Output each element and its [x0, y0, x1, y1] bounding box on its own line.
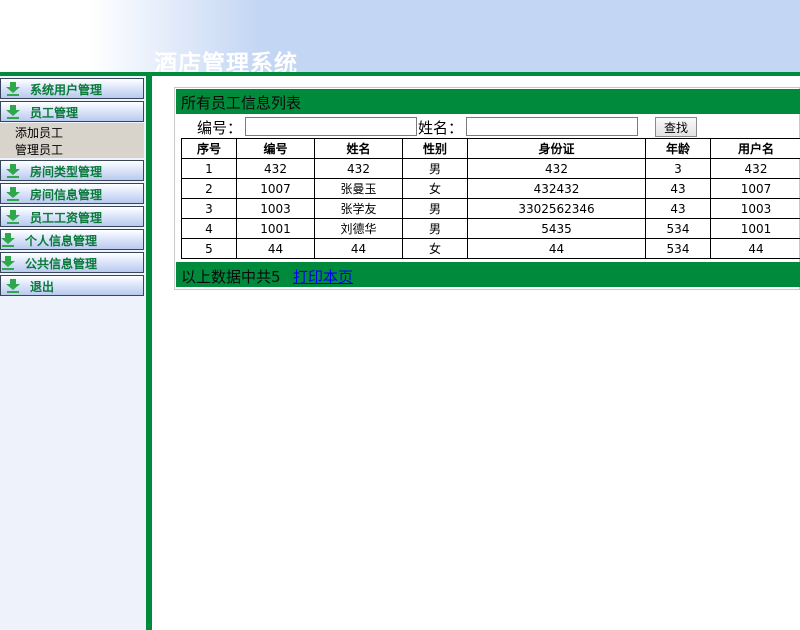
table-cell: 1001 — [710, 218, 800, 239]
id-search-input[interactable] — [245, 117, 417, 136]
print-page-link[interactable]: 打印本页 — [293, 266, 353, 287]
down-arrow-icon — [6, 105, 20, 119]
sidebar-item-room-info[interactable]: 房间信息管理 — [0, 183, 144, 204]
panel-title: 所有员工信息列表 — [181, 94, 302, 112]
table-cell: 3 — [645, 158, 711, 179]
sidebar-item-employees[interactable]: 员工管理 — [0, 101, 144, 122]
down-arrow-icon — [6, 187, 20, 201]
table-cell: 刘德华 — [314, 218, 403, 239]
table-cell: 1001 — [236, 218, 315, 239]
table-cell: 男 — [402, 218, 468, 239]
column-header: 性别 — [402, 138, 468, 159]
table-cell: 1 — [181, 158, 237, 179]
sidebar-item-personal-info[interactable]: 个人信息管理 — [0, 229, 144, 250]
table-cell: 43 — [645, 198, 711, 219]
table-row[interactable]: 4 1001 刘德华 男 5435 534 1001 — [181, 218, 800, 239]
record-count-text: 以上数据中共5 — [181, 268, 281, 286]
column-header: 用户名 — [710, 138, 800, 159]
sidebar-item-salary[interactable]: 员工工资管理 — [0, 206, 144, 227]
table-cell: 4 — [181, 218, 237, 239]
app-title: 酒店管理系统 — [154, 51, 298, 72]
submenu-manage-employees[interactable]: 管理员工 — [15, 141, 63, 158]
table-cell: 432 — [710, 158, 800, 179]
down-arrow-icon — [6, 210, 20, 224]
table-cell: 432 — [236, 158, 315, 179]
sidebar-item-public-info[interactable]: 公共信息管理 — [0, 252, 144, 273]
down-arrow-icon — [1, 233, 15, 247]
table-header-row: 序号 编号 姓名 性别 身份证 年龄 用户名 — [181, 138, 800, 159]
down-arrow-icon — [6, 82, 20, 96]
table-cell: 44 — [710, 238, 800, 259]
sidebar-item-label: 房间类型管理 — [30, 165, 103, 179]
table-cell: 女 — [402, 238, 468, 259]
table-cell: 43 — [645, 178, 711, 199]
panel-footer: 以上数据中共5 打印本页 — [176, 262, 800, 287]
sidebar-item-label: 房间信息管理 — [30, 188, 103, 202]
table-cell: 男 — [402, 198, 468, 219]
table-cell: 5435 — [467, 218, 646, 239]
sidebar-item-label: 员工工资管理 — [30, 211, 103, 225]
column-header: 身份证 — [467, 138, 646, 159]
panel-header: 所有员工信息列表 — [176, 89, 800, 114]
table-row[interactable]: 5 44 44 女 44 534 44 — [181, 238, 800, 259]
table-cell: 1003 — [710, 198, 800, 219]
employee-submenu: 添加员工 管理员工 — [0, 123, 144, 158]
sidebar-divider — [146, 76, 152, 630]
down-arrow-icon — [6, 279, 20, 293]
table-cell: 1003 — [236, 198, 315, 219]
employee-table: 序号 编号 姓名 性别 身份证 年龄 用户名 1 432 432 男 432 3… — [181, 138, 800, 259]
sidebar-item-label: 员工管理 — [30, 106, 79, 120]
sidebar-item-logout[interactable]: 退出 — [0, 275, 144, 296]
table-cell: 张曼玉 — [314, 178, 403, 199]
sidebar-item-label: 系统用户管理 — [30, 83, 103, 97]
table-cell: 男 — [402, 158, 468, 179]
search-button[interactable]: 查找 — [655, 117, 697, 137]
table-cell: 2 — [181, 178, 237, 199]
sidebar-item-label: 退出 — [30, 280, 55, 294]
column-header: 姓名 — [314, 138, 403, 159]
table-cell: 张学友 — [314, 198, 403, 219]
down-arrow-icon — [6, 164, 20, 178]
table-row[interactable]: 1 432 432 男 432 3 432 — [181, 158, 800, 179]
table-cell: 44 — [467, 238, 646, 259]
table-cell: 44 — [314, 238, 403, 259]
column-header: 编号 — [236, 138, 315, 159]
app-header: 酒店管理系统 — [0, 0, 800, 72]
table-row[interactable]: 2 1007 张曼玉 女 432432 43 1007 — [181, 178, 800, 199]
id-label: 编号： — [197, 119, 243, 137]
column-header: 年龄 — [645, 138, 711, 159]
table-cell: 534 — [645, 238, 711, 259]
name-search-input[interactable] — [466, 117, 638, 136]
table-cell: 44 — [236, 238, 315, 259]
table-cell: 3 — [181, 198, 237, 219]
table-cell: 534 — [645, 218, 711, 239]
submenu-add-employee[interactable]: 添加员工 — [15, 124, 63, 141]
table-cell: 3302562346 — [467, 198, 646, 219]
sidebar-item-system-users[interactable]: 系统用户管理 — [0, 78, 144, 99]
table-cell: 5 — [181, 238, 237, 259]
name-label: 姓名： — [418, 119, 464, 137]
table-cell: 1007 — [710, 178, 800, 199]
table-cell: 432 — [467, 158, 646, 179]
down-arrow-icon — [1, 256, 15, 270]
table-cell: 432432 — [467, 178, 646, 199]
column-header: 序号 — [181, 138, 237, 159]
table-row[interactable]: 3 1003 张学友 男 3302562346 43 1003 — [181, 198, 800, 219]
table-cell: 1007 — [236, 178, 315, 199]
table-cell: 女 — [402, 178, 468, 199]
sidebar-item-label: 个人信息管理 — [25, 234, 98, 248]
sidebar-item-room-types[interactable]: 房间类型管理 — [0, 160, 144, 181]
sidebar-item-label: 公共信息管理 — [25, 257, 98, 271]
table-cell: 432 — [314, 158, 403, 179]
